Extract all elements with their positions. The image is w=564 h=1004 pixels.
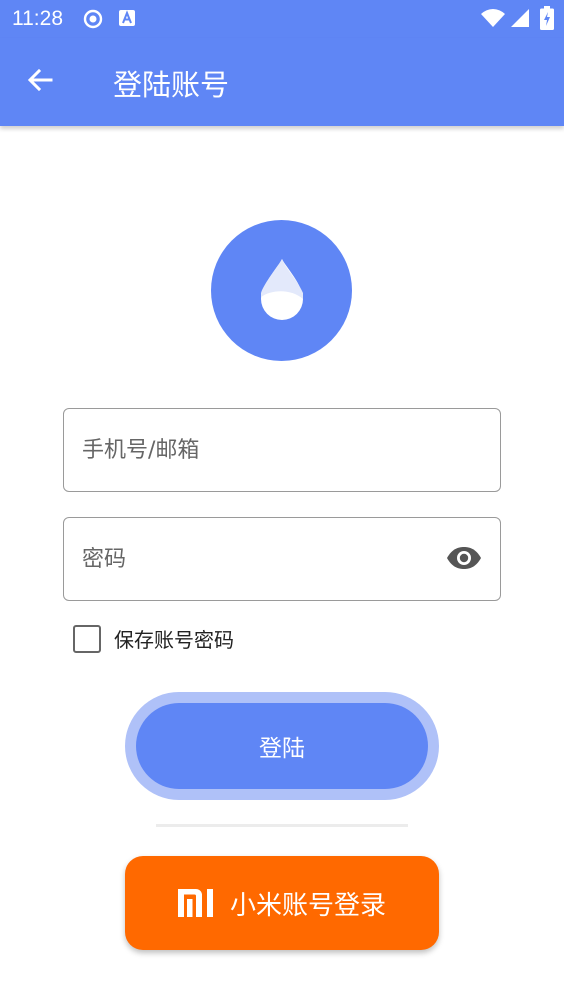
a-notification-icon — [118, 9, 136, 27]
divider — [156, 824, 408, 827]
phone-email-input[interactable] — [82, 409, 442, 491]
eye-icon — [446, 546, 482, 574]
page-title: 登陆账号 — [113, 68, 230, 102]
wifi-icon — [480, 8, 506, 28]
status-time: 11:28 — [12, 7, 63, 30]
remember-credentials[interactable]: 保存账号密码 — [73, 624, 234, 653]
battery-charging-icon — [540, 6, 554, 30]
phone-email-field[interactable] — [63, 408, 501, 492]
back-button[interactable] — [18, 60, 62, 104]
water-drop-icon — [258, 257, 306, 325]
password-input[interactable] — [82, 518, 442, 600]
arrow-back-icon — [26, 66, 54, 98]
login-button[interactable]: 登陆 — [136, 703, 428, 789]
mi-login-label: 小米账号登录 — [229, 890, 386, 921]
remember-label: 保存账号密码 — [114, 628, 234, 652]
remember-checkbox[interactable] — [73, 624, 101, 653]
mi-account-login-button[interactable]: 小米账号登录 — [125, 856, 439, 950]
status-bar: 11:28 — [0, 0, 564, 38]
mi-logo-icon — [177, 889, 218, 917]
app-bar: 登陆账号 — [0, 38, 564, 126]
app-logo — [211, 220, 352, 361]
signal-icon — [510, 8, 530, 28]
password-field[interactable] — [63, 517, 501, 601]
toggle-password-visibility-button[interactable] — [446, 542, 482, 578]
sync-circle-icon — [83, 9, 103, 29]
